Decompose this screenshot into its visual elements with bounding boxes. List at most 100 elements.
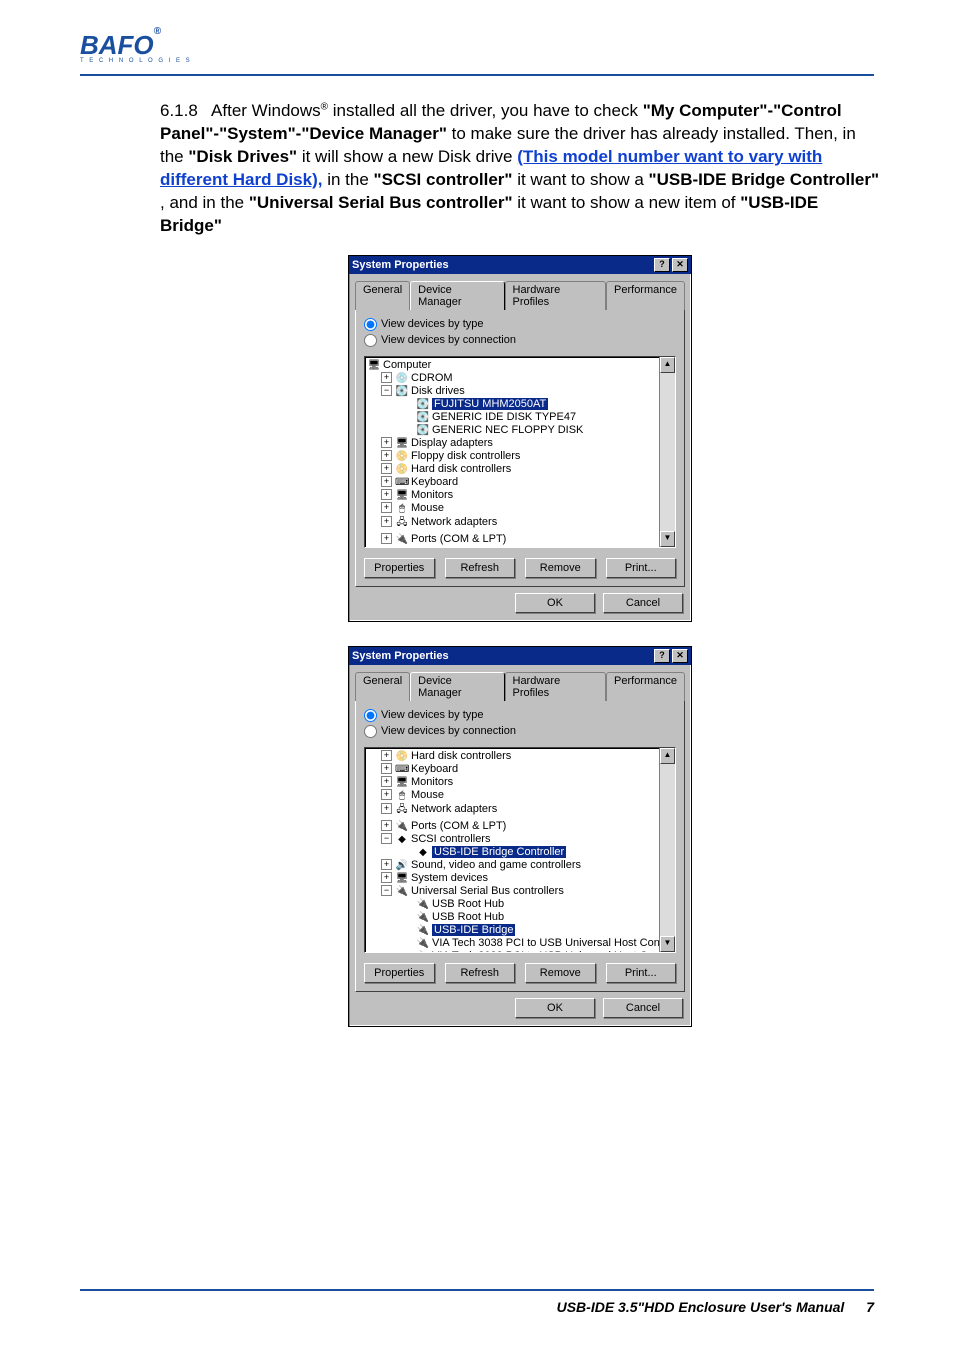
expand-icon[interactable]: +: [381, 789, 392, 800]
expand-icon[interactable]: +: [381, 872, 392, 883]
remove-button[interactable]: Remove: [525, 963, 596, 983]
scrollbar[interactable]: ▲ ▼: [659, 748, 675, 952]
expand-icon[interactable]: −: [381, 885, 392, 896]
scroll-up-icon[interactable]: ▲: [660, 357, 675, 373]
tree-node[interactable]: +🖥Display adapters: [367, 437, 675, 450]
expand-icon[interactable]: +: [381, 859, 392, 870]
device-icon: 🖱: [395, 790, 409, 801]
tree-node[interactable]: +🖥Monitors: [367, 489, 675, 502]
tree-node[interactable]: +🖧Network adapters: [367, 515, 675, 533]
scroll-up-icon[interactable]: ▲: [660, 748, 675, 764]
expand-icon[interactable]: +: [381, 803, 392, 814]
tree-node[interactable]: +🔌Ports (COM & LPT): [367, 820, 675, 833]
tree-node[interactable]: 🔌USB-IDE Bridge: [367, 924, 675, 937]
tree-node[interactable]: +⌨Keyboard: [367, 763, 675, 776]
refresh-button[interactable]: Refresh: [445, 963, 516, 983]
expand-icon[interactable]: +: [381, 463, 392, 474]
titlebar[interactable]: System Properties ? ✕: [349, 647, 691, 665]
radio-view-by-connection[interactable]: View devices by connection: [364, 725, 516, 738]
expand-icon[interactable]: +: [381, 450, 392, 461]
tree-node[interactable]: +🖥System devices: [367, 872, 675, 885]
expand-icon[interactable]: +: [381, 516, 392, 527]
tree-node[interactable]: +🖱Mouse: [367, 502, 675, 515]
device-icon: 🖥: [395, 873, 409, 884]
close-icon[interactable]: ✕: [672, 258, 688, 272]
cancel-button[interactable]: Cancel: [603, 593, 683, 613]
cancel-button[interactable]: Cancel: [603, 998, 683, 1018]
close-icon[interactable]: ✕: [672, 649, 688, 663]
expand-icon[interactable]: +: [381, 372, 392, 383]
device-icon: 📀: [395, 751, 409, 762]
ok-button[interactable]: OK: [515, 593, 595, 613]
ok-button[interactable]: OK: [515, 998, 595, 1018]
device-icon: ◆: [416, 847, 430, 858]
tree-node[interactable]: 💽GENERIC IDE DISK TYPE47: [367, 411, 675, 424]
tree-label: GENERIC IDE DISK TYPE47: [432, 411, 576, 423]
tree-node[interactable]: +🔌Ports (COM & LPT): [367, 533, 675, 546]
tree-node[interactable]: 🔌VIA Tech 3038 PCI to USB Universal Host…: [367, 950, 675, 953]
tab-hardware-profiles[interactable]: Hardware Profiles: [505, 281, 607, 310]
tree-node[interactable]: 🔌VIA Tech 3038 PCI to USB Universal Host…: [367, 937, 675, 950]
tree-node[interactable]: +📀Floppy disk controllers: [367, 450, 675, 463]
tree-node[interactable]: +📀Hard disk controllers: [367, 463, 675, 476]
device-tree[interactable]: 🖥Computer+💿CDROM−💽Disk drives💽FUJITSU MH…: [364, 356, 676, 548]
tab-general[interactable]: General: [355, 672, 410, 701]
device-icon: 📀: [395, 451, 409, 462]
device-icon: ⌨: [395, 764, 409, 775]
remove-button[interactable]: Remove: [525, 558, 596, 578]
radio-view-by-type[interactable]: View devices by type: [364, 709, 484, 722]
expand-icon[interactable]: +: [381, 776, 392, 787]
titlebar[interactable]: System Properties ? ✕: [349, 256, 691, 274]
expand-icon[interactable]: +: [381, 476, 392, 487]
scroll-down-icon[interactable]: ▼: [660, 936, 675, 952]
expand-icon[interactable]: +: [381, 437, 392, 448]
tab-performance[interactable]: Performance: [606, 281, 685, 310]
tree-node[interactable]: 💽FUJITSU MHM2050AT: [367, 398, 675, 411]
help-icon[interactable]: ?: [654, 258, 670, 272]
tree-node[interactable]: −💽Disk drives: [367, 385, 675, 398]
tab-performance[interactable]: Performance: [606, 672, 685, 701]
scroll-down-icon[interactable]: ▼: [660, 531, 675, 547]
tab-device-manager[interactable]: Device Manager: [410, 281, 504, 310]
tab-general[interactable]: General: [355, 281, 410, 310]
expand-icon[interactable]: +: [381, 533, 392, 544]
refresh-button[interactable]: Refresh: [445, 558, 516, 578]
tab-device-manager[interactable]: Device Manager: [410, 672, 504, 701]
expand-icon[interactable]: +: [381, 820, 392, 831]
tree-node[interactable]: +⌨Keyboard: [367, 476, 675, 489]
print-button[interactable]: Print...: [606, 558, 677, 578]
footer: USB-IDE 3.5"HDD Enclosure User's Manual …: [557, 1299, 874, 1315]
tree-node[interactable]: +🖥Monitors: [367, 776, 675, 789]
tree-node[interactable]: +🖧Network adapters: [367, 802, 675, 820]
tree-node[interactable]: −◆SCSI controllers: [367, 833, 675, 846]
help-icon[interactable]: ?: [654, 649, 670, 663]
print-button[interactable]: Print...: [606, 963, 677, 983]
tree-node[interactable]: +💿CDROM: [367, 372, 675, 385]
tree-node[interactable]: 🔌USB Root Hub: [367, 911, 675, 924]
expand-icon[interactable]: +: [381, 750, 392, 761]
properties-button[interactable]: Properties: [364, 558, 435, 578]
tree-node[interactable]: +🖱Mouse: [367, 789, 675, 802]
expand-icon[interactable]: −: [381, 385, 392, 396]
device-icon: 🖥: [395, 777, 409, 788]
radio-view-by-type[interactable]: View devices by type: [364, 318, 484, 331]
expand-icon[interactable]: +: [381, 489, 392, 500]
tree-node[interactable]: −🔌Universal Serial Bus controllers: [367, 885, 675, 898]
device-icon: 🔌: [395, 886, 409, 897]
tree-label: Display adapters: [411, 437, 493, 449]
radio-view-by-connection[interactable]: View devices by connection: [364, 334, 516, 347]
tree-node[interactable]: ◆USB-IDE Bridge Controller: [367, 846, 675, 859]
expand-icon[interactable]: −: [381, 833, 392, 844]
expand-icon[interactable]: +: [381, 502, 392, 513]
tree-node[interactable]: 💽GENERIC NEC FLOPPY DISK: [367, 424, 675, 437]
tree-node[interactable]: +📀Hard disk controllers: [367, 750, 675, 763]
tree-node[interactable]: +🔊Sound, video and game controllers: [367, 859, 675, 872]
scrollbar[interactable]: ▲ ▼: [659, 357, 675, 547]
device-tree[interactable]: +📀Hard disk controllers+⌨Keyboard+🖥Monit…: [364, 747, 676, 953]
tree-node[interactable]: 🔌USB Root Hub: [367, 898, 675, 911]
expand-icon[interactable]: +: [381, 763, 392, 774]
tree-node[interactable]: 🖥Computer: [367, 359, 675, 372]
system-properties-dialog-1: System Properties ? ✕ General Device Man…: [348, 255, 692, 622]
tab-hardware-profiles[interactable]: Hardware Profiles: [505, 672, 607, 701]
properties-button[interactable]: Properties: [364, 963, 435, 983]
